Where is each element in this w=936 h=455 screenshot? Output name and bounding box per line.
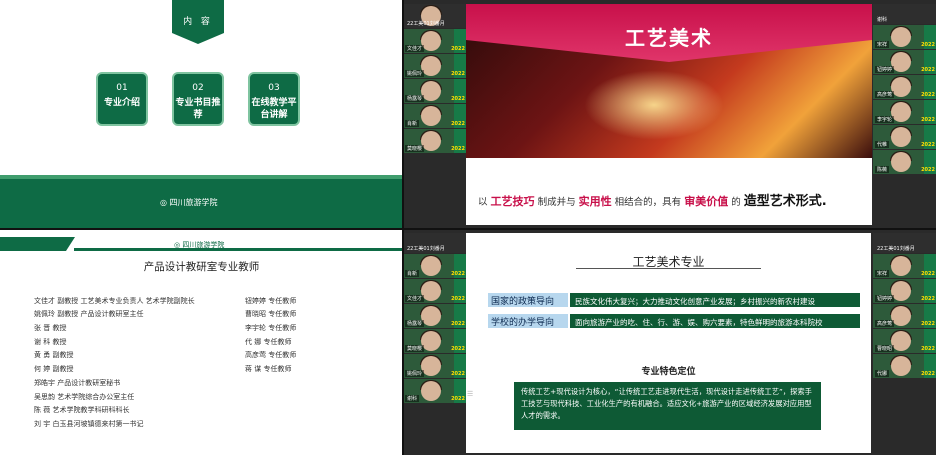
contents-item-2[interactable]: 02 专业书目推荐 bbox=[172, 72, 224, 126]
participant-tile[interactable]: 2022 代娜 bbox=[873, 354, 936, 378]
teacher-line: 钮婷婷 专任教师 bbox=[245, 297, 297, 305]
participant-tile[interactable]: 2022 肖新 bbox=[403, 254, 466, 278]
contents-item-3[interactable]: 03 在线教学平台讲解 bbox=[248, 72, 300, 126]
participant-tile[interactable]: 2022 姚佩玲 bbox=[403, 354, 466, 378]
participant-tile[interactable]: 2022 莫晓樱 bbox=[403, 129, 466, 153]
participant-tile[interactable]: 2022 姚佩玲 bbox=[403, 54, 466, 78]
teacher-line: 蒋 谋 专任教师 bbox=[245, 365, 292, 373]
participant-tile[interactable]: 2022 宋祥 bbox=[873, 254, 936, 278]
teacher-line: 文佳才 副教授 工艺美术专业负责人 艺术学院副院长 bbox=[34, 297, 195, 305]
teacher-line: 高彦莺 专任教师 bbox=[245, 351, 297, 359]
teacher-line: 郑皓宇 产品设计教研室秘书 bbox=[34, 379, 121, 387]
participant-list-left[interactable]: 22工美01刘番月 2022 文佳才 2022 姚佩玲 2022 杨露琴 2022 肖新… bbox=[403, 4, 466, 154]
school-label: 学校的办学导向 bbox=[488, 314, 568, 328]
slide-subtitle: 专业特色定位 bbox=[641, 367, 696, 377]
participant-tile[interactable]: 2022 钮婷婷 bbox=[873, 279, 936, 303]
policy-label: 国家的政策导向 bbox=[488, 293, 568, 307]
teacher-line: 刘 宇 白玉县河坡镇德来村第一书记 bbox=[34, 420, 144, 428]
participant-tile[interactable]: 2022 杨露琴 bbox=[403, 79, 466, 103]
school-logo: ◎ 四川旅游学院 bbox=[160, 198, 218, 207]
participant-tile[interactable]: 22工美01刘番月 bbox=[403, 4, 466, 28]
contents-tab: 内 容 bbox=[172, 0, 224, 44]
teacher-line: 张 晋 教授 bbox=[34, 324, 67, 332]
slide-title: 工艺美术 bbox=[625, 26, 713, 50]
participant-tile[interactable]: 谢科 bbox=[873, 4, 936, 24]
contents-item-1[interactable]: 01 专业介绍 bbox=[96, 72, 148, 126]
teacher-line: 曹晓昭 专任教师 bbox=[245, 310, 297, 318]
participant-tile[interactable]: 2022 代帷 bbox=[873, 125, 936, 149]
participant-tile[interactable]: 2022 肖新 bbox=[403, 104, 466, 128]
policy-text: 民族文化伟大复兴；大力推动文化创意产业发展；乡村振兴的新农村建设 bbox=[570, 293, 860, 307]
participant-tile[interactable]: 2022 曹晓昭 bbox=[873, 329, 936, 353]
participant-tile[interactable]: 2022 谢科 bbox=[403, 379, 466, 403]
slide-footer: ◎ 四川旅游学院 bbox=[0, 175, 403, 229]
slide-title: 产品设计教研室专业教师 bbox=[143, 261, 260, 273]
slide-craft-art: 工艺美术 以 工艺技巧 制成并与 实用性 相结合的，具有 审美价值 的 造型艺术… bbox=[466, 4, 872, 225]
teachers-slide: ◎ 四川旅游学院 产品设计教研室专业教师 文佳才 副教授 工艺美术专业负责人 艺… bbox=[0, 229, 403, 455]
teacher-line: 陈 薇 艺术学院教学科研科科长 bbox=[34, 406, 130, 414]
participant-tile[interactable]: 2022 陈薇 bbox=[873, 150, 936, 174]
participant-tile[interactable]: 2022 钮婷婷 bbox=[873, 50, 936, 74]
teacher-line: 吴思韵 艺术学院综合办公室主任 bbox=[34, 393, 135, 401]
participant-tile[interactable]: 2022 莫晓樱 bbox=[403, 329, 466, 353]
contents-slide: 内 容 01 专业介绍 02 专业书目推荐 03 在线教学平台讲解 ☰ ◎ 四川… bbox=[0, 0, 403, 229]
meeting-window-2: 22工美01刘番月 2022 文佳才 2022 姚佩玲 2022 杨露琴 2022 肖新… bbox=[403, 0, 936, 229]
slide-major-intro: 工艺美术专业 国家的政策导向 民族文化伟大复兴；大力推动文化创意产业发展；乡村振… bbox=[466, 233, 871, 453]
participant-tile[interactable]: 2022 文佳才 bbox=[403, 279, 466, 303]
participant-tile[interactable]: 2022 文佳才 bbox=[403, 29, 466, 53]
participant-tile[interactable]: 22工美01刘番月 bbox=[873, 233, 936, 253]
meeting-window-4: 22工美01刘番月 2022 肖新 2022 文佳才 2022 杨露琴 2022 莫晓樱… bbox=[403, 229, 936, 455]
participant-tile[interactable]: 2022 宋祥 bbox=[873, 25, 936, 49]
participant-tile[interactable]: 2022 李宇轮 bbox=[873, 100, 936, 124]
teacher-line: 黄 勇 副教授 bbox=[34, 351, 74, 359]
participant-tile[interactable]: 2022 高彦莺 bbox=[873, 75, 936, 99]
teacher-line: 代 娜 专任教师 bbox=[245, 338, 292, 346]
menu-icon[interactable]: ☰ bbox=[467, 390, 473, 398]
participant-list-right[interactable]: 22工美01刘番月 2022 宋祥 2022 钮婷婷 2022 高彦莺 2022 曹晓昭… bbox=[873, 233, 936, 379]
feature-box: 传统工艺+现代设计为核心，“让传统工艺走进现代生活，现代设计走进传统工艺”，探索… bbox=[514, 382, 821, 430]
participant-list-left[interactable]: 22工美01刘番月 2022 肖新 2022 文佳才 2022 杨露琴 2022 莫晓樱… bbox=[403, 233, 466, 404]
participant-list-right[interactable]: 谢科 2022 宋祥 2022 钮婷婷 2022 高彦莺 2022 李宇轮 2022 代帷… bbox=[873, 4, 936, 175]
teacher-line: 李宇轮 专任教师 bbox=[245, 324, 297, 332]
teacher-line: 何 婷 副教授 bbox=[34, 365, 74, 373]
participant-tile[interactable]: 2022 杨露琴 bbox=[403, 304, 466, 328]
school-text: 面向旅游产业的吃、住、行、游、娱、购六要素，特色鲜明的旅游本科院校 bbox=[570, 314, 860, 328]
school-logo: ◎ 四川旅游学院 bbox=[174, 241, 225, 249]
teacher-line: 谢 科 教授 bbox=[34, 338, 67, 346]
participant-tile[interactable]: 2022 高彦莺 bbox=[873, 304, 936, 328]
slide-definition: 以 工艺技巧 制成并与 实用性 相结合的，具有 审美价值 的 造型艺术形式. bbox=[478, 194, 827, 209]
teacher-line: 姚佩玲 副教授 产品设计教研室主任 bbox=[34, 310, 144, 318]
participant-tile[interactable]: 22工美01刘番月 bbox=[403, 233, 466, 253]
